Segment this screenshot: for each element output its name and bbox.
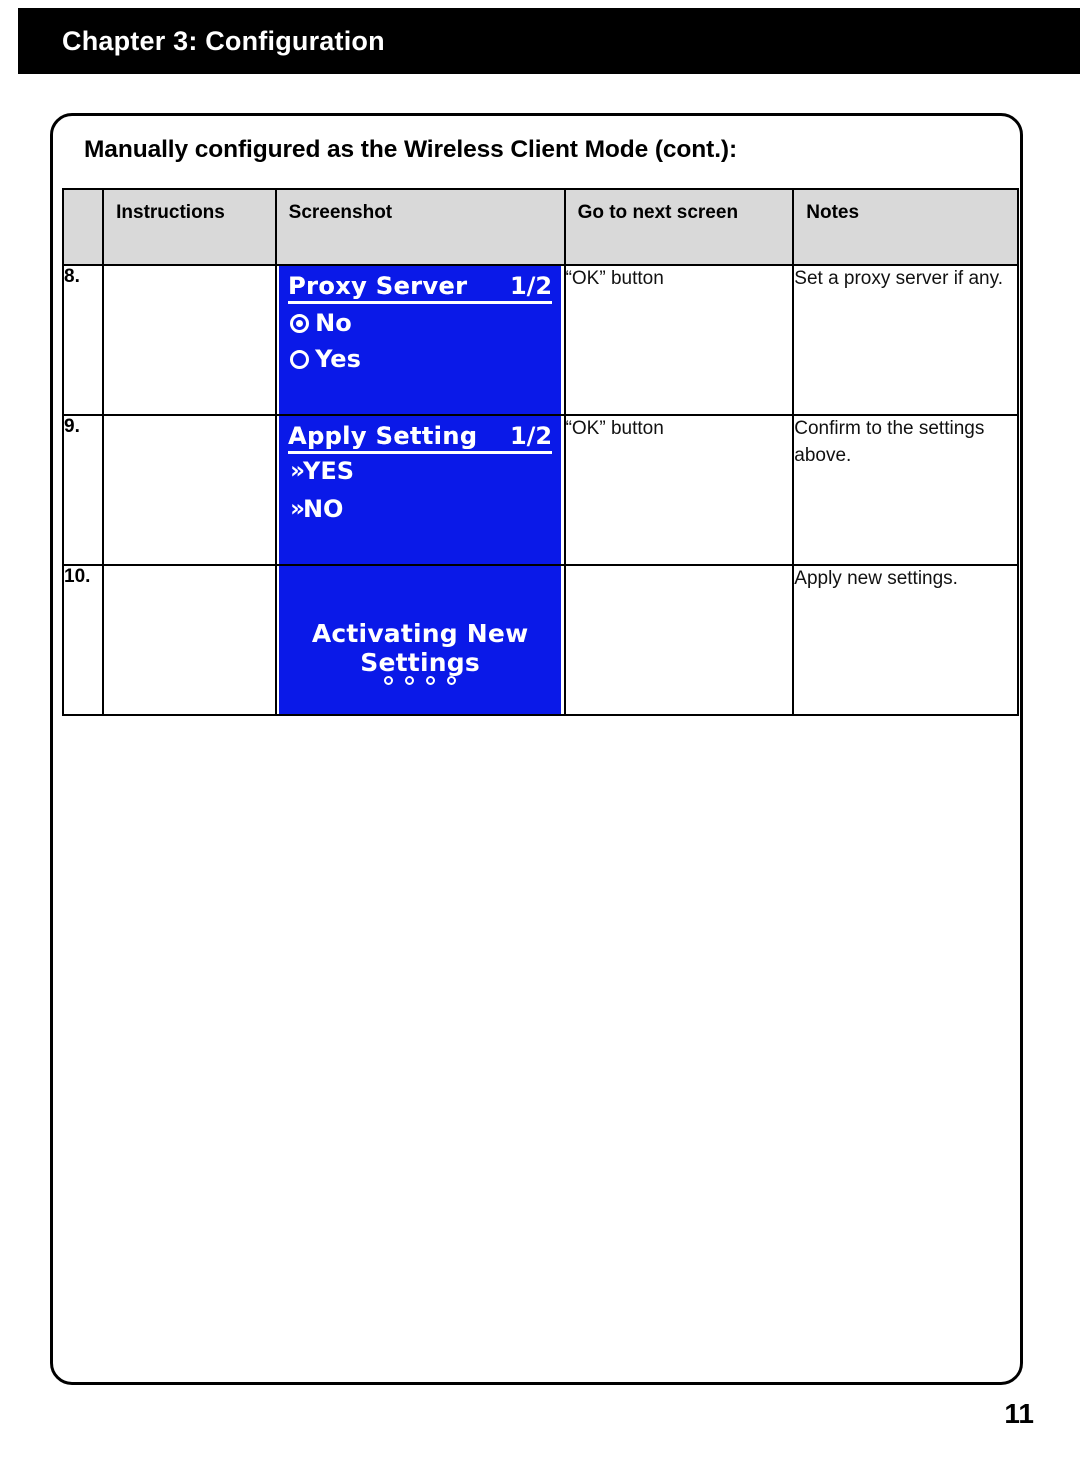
step-instructions	[102, 564, 277, 716]
step-screenshot: Activating New Settings	[274, 564, 566, 716]
step-next-screen: “OK” button	[563, 264, 795, 416]
lcd-item-no[interactable]: » NO	[290, 495, 343, 523]
lcd-title-row: Proxy Server 1/2	[288, 272, 552, 300]
step-instructions	[102, 414, 277, 566]
lcd-option-label: No	[315, 309, 352, 337]
step-instructions	[102, 264, 277, 416]
lcd-page-indicator: 1/2	[509, 422, 553, 450]
progress-dot-icon	[405, 676, 415, 685]
section-title: Manually configured as the Wireless Clie…	[84, 136, 738, 163]
lcd-option-label: Yes	[315, 345, 361, 373]
steps-table: Instructions Screenshot Go to next scree…	[61, 188, 1019, 716]
header-instructions: Instructions	[102, 188, 277, 266]
table-row: 10. Activating New Settings Apply new se…	[61, 564, 1019, 716]
lcd-item-label: YES	[302, 457, 355, 485]
lcd-divider	[288, 451, 553, 454]
chapter-title: Chapter 3: Configuration	[62, 25, 385, 56]
step-number: 9.	[61, 414, 105, 566]
progress-dot-icon	[446, 676, 456, 685]
step-notes: Set a proxy server if any.	[792, 264, 1019, 416]
lcd-option-no[interactable]: No	[290, 309, 352, 337]
radio-selected-icon	[290, 313, 310, 333]
lcd-divider	[288, 301, 553, 304]
lcd-page-indicator: 1/2	[509, 272, 553, 300]
lcd-proxy-server: Proxy Server 1/2 No Yes	[279, 266, 562, 414]
lcd-title: Apply Setting	[288, 422, 478, 450]
lcd-activating-new-settings: Activating New Settings	[279, 566, 562, 714]
header-screenshot: Screenshot	[274, 188, 566, 266]
double-chevron-right-icon: »	[290, 458, 305, 484]
header-notes: Notes	[792, 188, 1019, 266]
step-next-screen: “OK” button	[563, 414, 795, 566]
progress-dot-icon	[384, 676, 394, 685]
step-screenshot: Proxy Server 1/2 No Yes	[274, 264, 566, 416]
chapter-header-bar: Chapter 3: Configuration	[18, 8, 1080, 74]
lcd-apply-setting: Apply Setting 1/2 » YES » NO	[279, 416, 562, 564]
progress-dots	[280, 671, 560, 689]
table-row: 9. Apply Setting 1/2 » YES » NO “OK” but…	[61, 414, 1019, 566]
progress-dot-icon	[426, 676, 435, 685]
page-number: 11	[1004, 1398, 1034, 1429]
step-number: 10.	[61, 564, 105, 716]
table-row: 8. Proxy Server 1/2 No Yes “OK” button S…	[61, 264, 1019, 416]
lcd-title: Proxy Server	[288, 272, 468, 300]
lcd-message: Activating New Settings	[311, 619, 529, 677]
step-screenshot: Apply Setting 1/2 » YES » NO	[274, 414, 566, 566]
lcd-title-row: Apply Setting 1/2	[288, 422, 552, 450]
header-go-to-next-screen: Go to next screen	[563, 188, 795, 266]
lcd-option-yes[interactable]: Yes	[290, 345, 361, 373]
radio-unselected-icon	[290, 349, 310, 369]
step-notes: Apply new settings.	[792, 564, 1019, 716]
table-header-row: Instructions Screenshot Go to next scree…	[61, 188, 1019, 266]
step-notes: Confirm to the settings above.	[792, 414, 1019, 566]
double-chevron-right-icon: »	[290, 496, 305, 522]
step-number: 8.	[61, 264, 105, 416]
lcd-item-yes[interactable]: » YES	[290, 457, 354, 485]
lcd-item-label: NO	[302, 495, 344, 523]
header-number	[61, 188, 105, 266]
step-next-screen	[563, 564, 795, 716]
